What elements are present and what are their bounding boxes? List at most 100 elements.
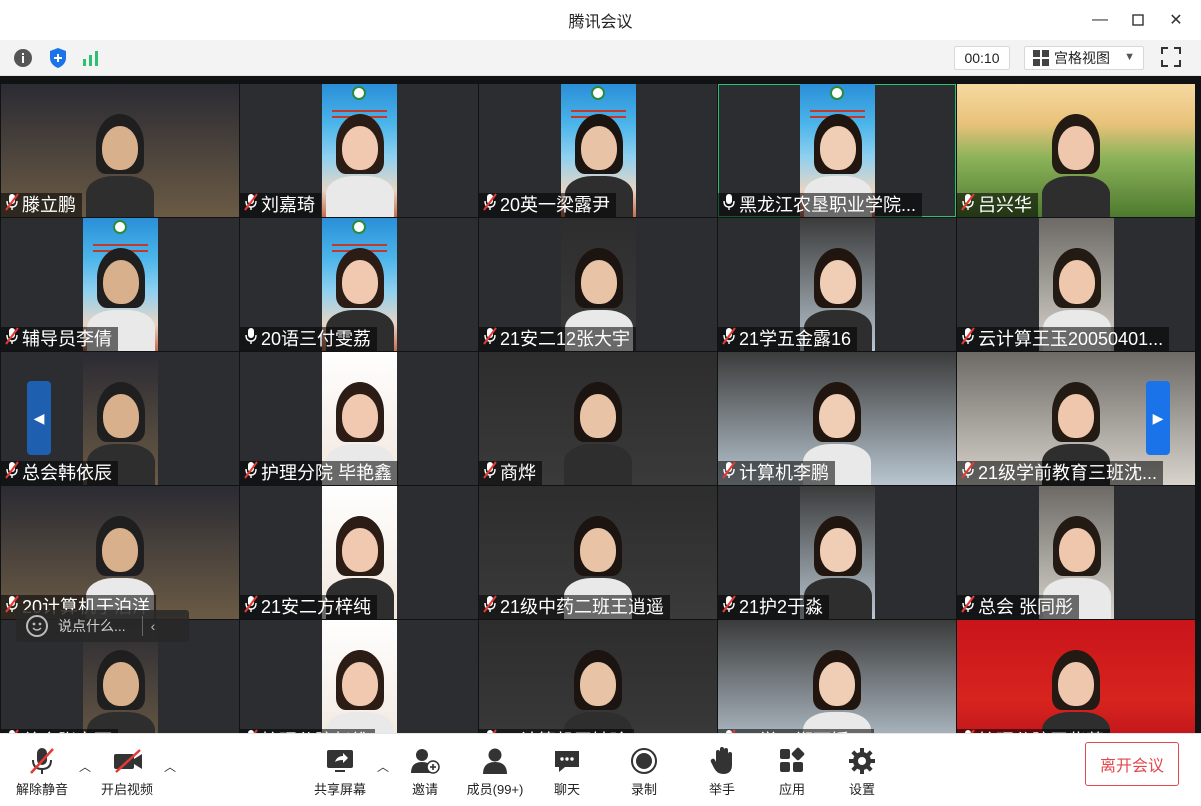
mic-muted-icon [5, 461, 22, 485]
mic-muted-icon [961, 327, 978, 351]
participant-tile[interactable]: 20计算机于泊洋 [1, 486, 239, 619]
participant-tile[interactable]: 刘嘉琦 [240, 84, 478, 217]
participant-name: 21学五金露16 [739, 329, 852, 349]
participant-name: 滕立鹏 [22, 195, 76, 215]
mic-muted-icon [27, 746, 57, 776]
mic-muted-icon [5, 327, 22, 351]
meeting-toolbar: 解除静音 ︿ 开启视频 ︿ 共享屏幕 ︿ 邀请 成员(99+) 聊天 录制 举手… [0, 733, 1201, 806]
fullscreen-button[interactable] [1160, 46, 1182, 68]
person-face [1058, 260, 1095, 304]
participant-name-tag: 云计算王玉20050401... [957, 327, 1170, 351]
signal-icon[interactable] [80, 47, 102, 69]
settings-label: 设置 [848, 782, 875, 797]
poster-stripe [332, 244, 387, 246]
share-screen-icon [325, 746, 355, 776]
record-button[interactable]: 录制 [609, 746, 679, 798]
mic-icon [244, 327, 261, 351]
mic-muted-icon [244, 595, 261, 619]
minimize-button[interactable]: — [1081, 0, 1119, 40]
mic-muted-icon [5, 193, 22, 217]
participant-tile[interactable]: 21学二郑丽媛11 [718, 620, 956, 733]
leave-meeting-button[interactable]: 离开会议 [1085, 742, 1179, 786]
participant-name: 护理分院 毕艳鑫 [261, 463, 393, 483]
mic-muted-icon [961, 595, 978, 619]
invite-button[interactable]: 邀请 [390, 746, 460, 798]
person-face [1058, 662, 1094, 706]
participant-tile[interactable]: 计算机李鹏 [718, 352, 956, 485]
participant-tile[interactable]: 21护2于淼 [718, 486, 956, 619]
person-body [564, 444, 632, 485]
chat-placeholder: 说点什么... [58, 618, 126, 634]
quick-chat-input[interactable]: 说点什么... ‹ [16, 610, 189, 642]
members-button[interactable]: 成员(99+) [460, 746, 530, 798]
person-face [102, 394, 139, 438]
participant-tile[interactable]: 20计算机王婧瑜 [479, 620, 717, 733]
share-screen-button[interactable]: 共享屏幕 [305, 746, 375, 798]
participant-tile[interactable]: 滕立鹏 [1, 84, 239, 217]
participant-name: 刘嘉琦 [261, 195, 315, 215]
emoji-icon[interactable] [26, 615, 48, 637]
participant-tile[interactable]: 护理分院 毕艳鑫 [240, 352, 478, 485]
participant-tile[interactable]: 20语三付雯荔 [240, 218, 478, 351]
close-button[interactable]: ✕ [1157, 0, 1195, 40]
participant-tile[interactable]: 护理分院赵维 [240, 620, 478, 733]
share-screen-label: 共享屏幕 [313, 782, 366, 797]
participant-tile[interactable]: 辅导员李倩 [1, 218, 239, 351]
chat-icon [552, 746, 582, 776]
participant-name-tag: 20英一梁露尹 [479, 193, 617, 217]
participant-name: 云计算王玉20050401... [978, 329, 1164, 349]
hand-icon [707, 746, 737, 776]
view-mode-dropdown[interactable]: 宫格视图 ▼ [1024, 46, 1144, 70]
participant-tile[interactable]: 总会 张同彤 [957, 486, 1195, 619]
mic-icon [722, 193, 739, 217]
poster-stripe [571, 110, 626, 112]
participant-tile[interactable]: 21安二12张大宇 [479, 218, 717, 351]
maximize-button[interactable] [1119, 0, 1157, 40]
prev-page-button[interactable]: ◀ [27, 381, 51, 455]
participant-tile[interactable]: 20英一梁露尹 [479, 84, 717, 217]
participant-tile[interactable]: 21安二方梓纯 [240, 486, 478, 619]
next-page-button[interactable]: ▶ [1146, 381, 1170, 455]
person-face [819, 260, 856, 304]
participant-tile[interactable]: 21学五金露16 [718, 218, 956, 351]
participant-name: 21护2于淼 [739, 597, 824, 617]
shield-icon[interactable] [47, 47, 69, 69]
unmute-label: 解除静音 [15, 782, 68, 797]
participant-name: 总会 张同彤 [978, 597, 1074, 617]
participant-name: 黑龙江农垦职业学院... [739, 195, 917, 215]
audio-options-chevron-icon[interactable]: ︿ [79, 758, 91, 775]
info-icon[interactable] [12, 47, 34, 69]
participant-tile[interactable]: 21级中药二班王逍遥 [479, 486, 717, 619]
raise-hand-label: 举手 [708, 782, 735, 797]
raise-hand-button[interactable]: 举手 [687, 746, 757, 798]
grid-view-icon [1033, 50, 1049, 66]
share-options-chevron-icon[interactable]: ︿ [377, 758, 389, 775]
unmute-button[interactable]: 解除静音 [7, 746, 77, 798]
participant-name-tag: 总会韩依辰 [1, 461, 118, 485]
person-face [580, 394, 616, 438]
chat-button[interactable]: 聊天 [532, 746, 602, 798]
start-video-button[interactable]: 开启视频 [92, 746, 162, 798]
members-label: 成员(99+) [466, 782, 524, 797]
participant-tile[interactable]: 护理分院王紫萱 [957, 620, 1195, 733]
apps-button[interactable]: 应用 [757, 746, 827, 798]
mic-muted-icon [961, 461, 978, 485]
settings-button[interactable]: 设置 [827, 746, 897, 798]
participant-tile[interactable]: 吕兴华 [957, 84, 1195, 217]
participant-name-tag: 21级中药二班王逍遥 [479, 595, 671, 619]
collapse-chevron-icon[interactable]: ‹ [151, 618, 156, 634]
maximize-icon [1132, 14, 1144, 26]
start-video-label: 开启视频 [100, 782, 153, 797]
person-face [819, 126, 856, 170]
participant-tile[interactable]: 黑龙江农垦职业学院... [718, 84, 956, 217]
record-icon [629, 746, 659, 776]
video-options-chevron-icon[interactable]: ︿ [164, 758, 176, 775]
participant-name: 辅导员李倩 [22, 329, 112, 349]
meeting-info-bar [0, 40, 1201, 76]
participant-tile[interactable]: 商烨 [479, 352, 717, 485]
person-face [102, 260, 139, 304]
person-face [819, 528, 856, 572]
video-feed [322, 84, 397, 217]
participant-tile[interactable]: 云计算王玉20050401... [957, 218, 1195, 351]
record-label: 录制 [630, 782, 657, 797]
